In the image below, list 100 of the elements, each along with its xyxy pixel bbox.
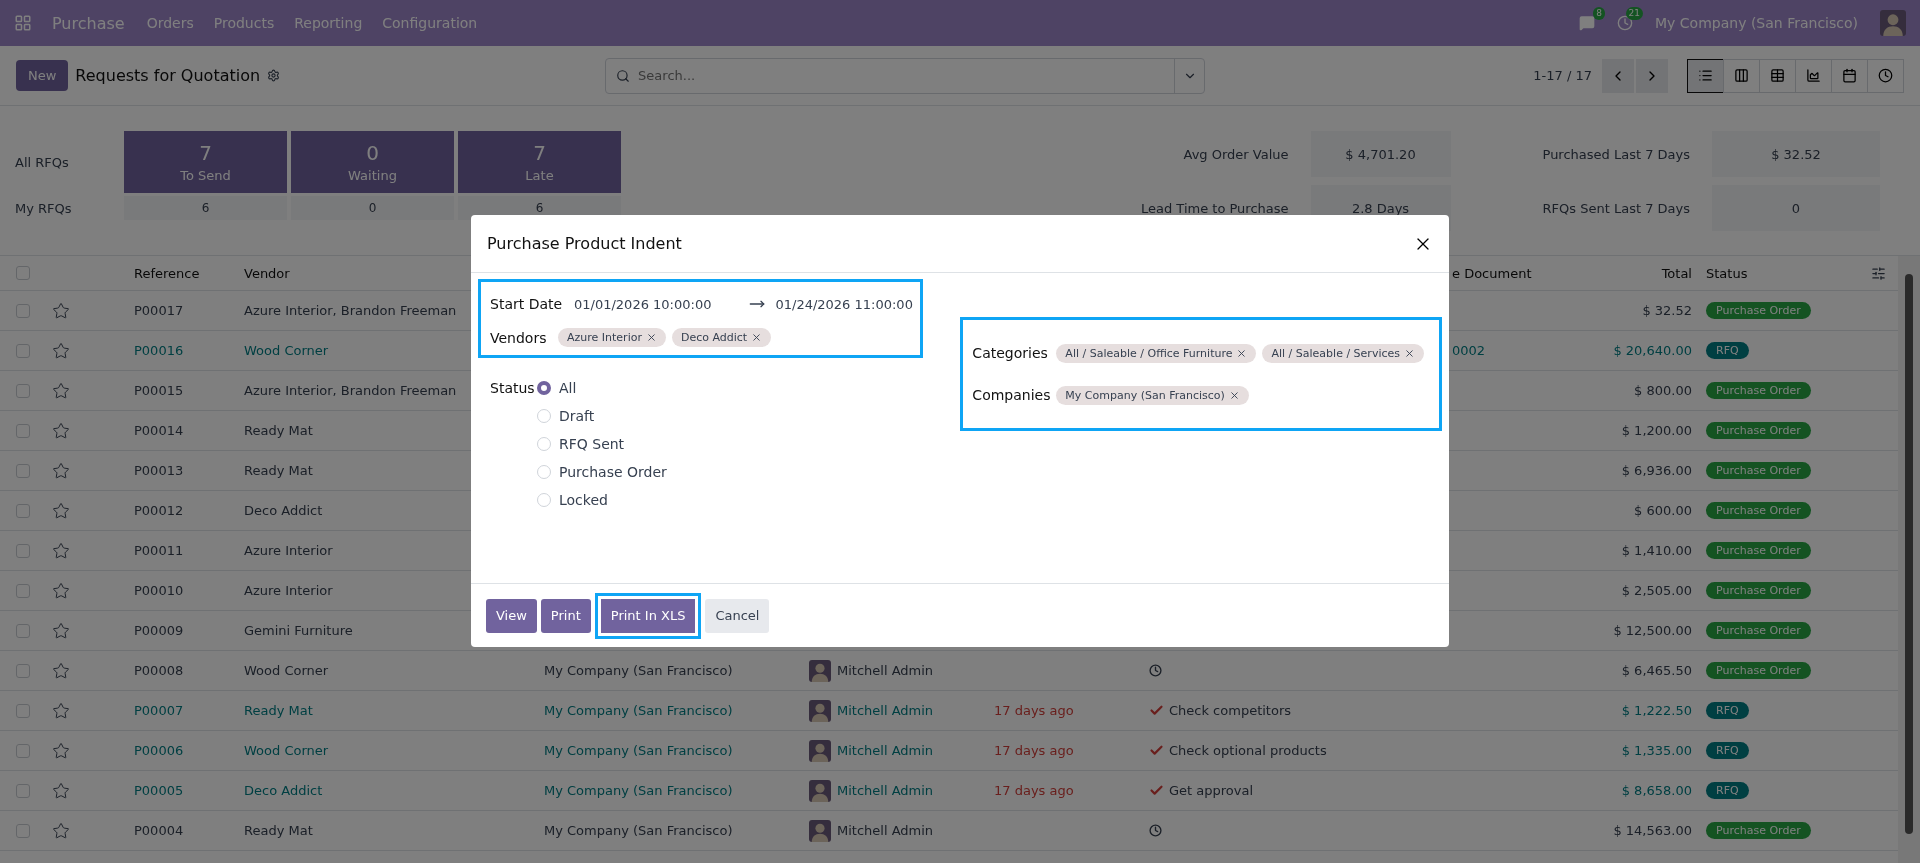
- checkbox[interactable]: [16, 463, 30, 478]
- table-cell-text: $ 12,500.00: [1612, 623, 1693, 638]
- table-cell: Mitchell Admin: [837, 783, 934, 798]
- radio-option[interactable]: Draft: [537, 408, 667, 424]
- tag[interactable]: All / Saleable / Office Furniture: [1056, 343, 1257, 363]
- radio-option[interactable]: Locked: [537, 492, 667, 508]
- checkbox[interactable]: [16, 266, 30, 280]
- count-tile[interactable]: 7 Late: [458, 131, 621, 193]
- table-cell-text: P00017: [133, 303, 184, 318]
- radio-button[interactable]: [537, 381, 551, 395]
- checkbox[interactable]: [16, 623, 30, 638]
- star-icon[interactable]: [52, 341, 70, 360]
- count-tile[interactable]: 0 Waiting: [291, 131, 454, 193]
- avatar: [809, 739, 831, 762]
- remove-icon[interactable]: [645, 332, 657, 343]
- stat-value: $ 32.52: [1712, 131, 1880, 177]
- table-cell-text: My Company (San Francisco): [543, 703, 733, 718]
- star-icon[interactable]: [52, 501, 70, 520]
- table-cell-text: $ 8,658.00: [1620, 783, 1693, 798]
- star-icon[interactable]: [52, 301, 70, 320]
- page-title: Requests for Quotation: [75, 66, 261, 85]
- avatar: [809, 699, 831, 722]
- star-icon[interactable]: [52, 661, 70, 680]
- table-cell-text: 17 days ago: [993, 743, 1074, 758]
- star-icon[interactable]: [52, 701, 70, 720]
- table-cell-text: P00015: [133, 383, 184, 398]
- checkbox[interactable]: [16, 783, 30, 798]
- table-cell-text: My Company (San Francisco): [543, 823, 733, 838]
- remove-icon[interactable]: [751, 332, 763, 343]
- column-header[interactable]: Total: [1647, 265, 1700, 281]
- my-count[interactable]: 6: [124, 196, 287, 220]
- apps-icon[interactable]: [14, 14, 32, 32]
- settings-icon[interactable]: [1871, 265, 1886, 281]
- checkbox[interactable]: [16, 343, 30, 358]
- remove-icon[interactable]: [1404, 347, 1415, 359]
- check-icon[interactable]: [1149, 743, 1164, 758]
- status-badge: Purchase Order: [1706, 422, 1811, 439]
- status-badge: Purchase Order: [1706, 542, 1811, 559]
- my-count[interactable]: 0: [291, 196, 454, 220]
- tag[interactable]: Azure Interior: [558, 328, 666, 347]
- chat-icon[interactable]: [1579, 15, 1596, 31]
- check-icon[interactable]: [1149, 703, 1164, 718]
- table-cell-text: $ 32.52: [1641, 303, 1693, 318]
- checkbox[interactable]: [16, 703, 30, 718]
- clock-icon[interactable]: [1149, 664, 1162, 677]
- column-header[interactable]: Status: [1700, 265, 1748, 281]
- tag[interactable]: All / Saleable / Services: [1262, 343, 1424, 363]
- column-header[interactable]: Reference: [120, 265, 200, 281]
- scrollbar[interactable]: [1898, 256, 1920, 863]
- table-cell-text: Gemini Furniture: [243, 623, 353, 638]
- table-cell-text: Ready Mat: [243, 423, 313, 438]
- checkbox[interactable]: [16, 383, 30, 398]
- check-icon[interactable]: [1149, 783, 1164, 798]
- remove-icon[interactable]: [1228, 389, 1240, 401]
- checkbox[interactable]: [16, 743, 30, 758]
- radio-option[interactable]: All: [537, 380, 667, 396]
- dialog-button[interactable]: Print: [540, 598, 591, 633]
- clock-icon[interactable]: [1149, 824, 1162, 837]
- star-icon[interactable]: [52, 781, 70, 800]
- settings-icon[interactable]: [267, 69, 281, 82]
- tag[interactable]: My Company (San Francisco): [1056, 385, 1249, 405]
- previous-button[interactable]: [1602, 58, 1634, 93]
- star-icon[interactable]: [52, 821, 70, 840]
- dialog-button[interactable]: Cancel: [705, 598, 770, 633]
- star-icon[interactable]: [52, 621, 70, 640]
- table-cell-text: $ 1,410.00: [1620, 543, 1693, 558]
- date-field[interactable]: 01/01/2026 10:00:00: [574, 296, 712, 312]
- view-switch-button[interactable]: [1687, 58, 1724, 93]
- checkbox[interactable]: [16, 543, 30, 558]
- new-button[interactable]: New: [16, 60, 69, 91]
- star-icon[interactable]: [52, 541, 70, 560]
- checkbox[interactable]: [16, 503, 30, 518]
- radio-option[interactable]: Purchase Order: [537, 464, 667, 480]
- star-icon[interactable]: [52, 581, 70, 600]
- table-cell: Get approval: [1169, 783, 1254, 798]
- table-cell-text: My Company (San Francisco): [543, 743, 733, 758]
- remove-icon[interactable]: [1236, 347, 1248, 359]
- dialog-button[interactable]: Print In XLS: [594, 592, 702, 639]
- radio-option[interactable]: RFQ Sent: [537, 436, 667, 452]
- tag[interactable]: Deco Addict: [671, 328, 772, 347]
- checkbox[interactable]: [16, 423, 30, 438]
- status-badge: Purchase Order: [1706, 382, 1811, 399]
- star-icon[interactable]: [52, 421, 70, 440]
- table-cell-text: P00016: [133, 343, 184, 358]
- checkbox[interactable]: [16, 663, 30, 678]
- dialog-button[interactable]: View: [486, 598, 537, 633]
- date-field[interactable]: 01/24/2026 11:00:00: [775, 296, 913, 312]
- next-button[interactable]: [1636, 58, 1668, 93]
- table-cell-text: Azure Interior: [243, 583, 333, 598]
- count-tile[interactable]: 7 To Send: [124, 131, 287, 193]
- star-icon[interactable]: [52, 461, 70, 480]
- column-header[interactable]: Vendor: [230, 265, 290, 281]
- stat-label: Avg Order Value: [1182, 146, 1289, 162]
- star-icon[interactable]: [52, 381, 70, 400]
- checkbox[interactable]: [16, 303, 30, 318]
- star-icon[interactable]: [52, 741, 70, 760]
- table-cell-text: $ 6,465.50: [1620, 663, 1693, 678]
- checkbox[interactable]: [16, 583, 30, 598]
- row-label: All RFQs: [14, 153, 70, 172]
- checkbox[interactable]: [16, 823, 30, 838]
